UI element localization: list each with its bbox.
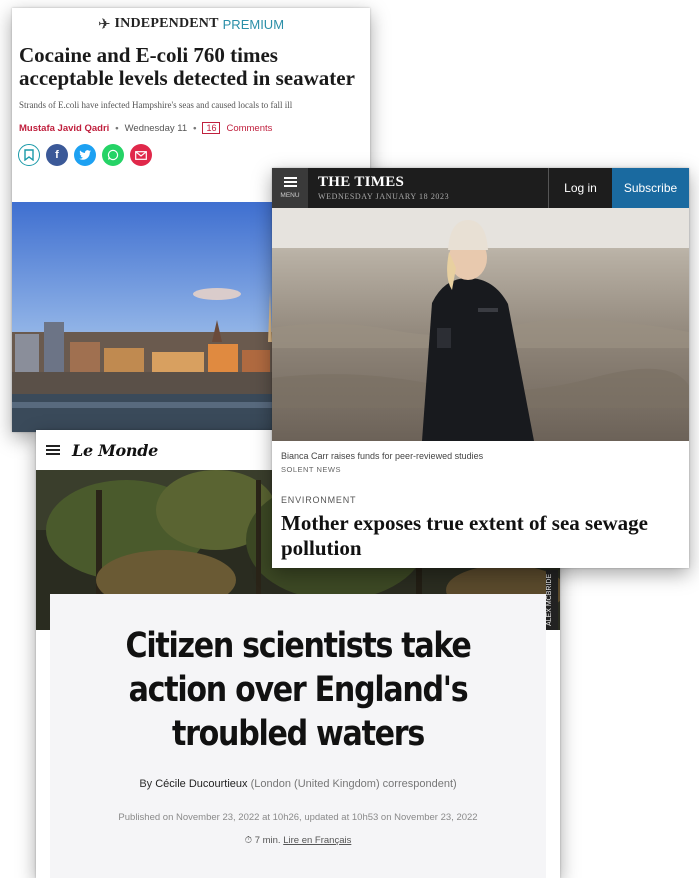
photo-caption: Bianca Carr raises funds for peer-review… bbox=[281, 451, 484, 461]
comment-count-badge[interactable]: 16 bbox=[202, 122, 221, 134]
lemonde-title-panel: Citizen scientists take action over Engl… bbox=[50, 594, 546, 878]
clock-icon: ⏱ bbox=[244, 835, 253, 846]
lemonde-author-link[interactable]: Cécile Ducourtieux bbox=[155, 778, 247, 790]
times-article-card: MENU THE TIMES WEDNESDAY JANUARY 18 2023… bbox=[272, 168, 689, 568]
bookmark-icon[interactable] bbox=[18, 144, 40, 166]
times-headline: Mother exposes true extent of sea sewage… bbox=[281, 511, 649, 560]
lemonde-logo[interactable]: Le Monde bbox=[72, 441, 158, 460]
whatsapp-icon[interactable] bbox=[102, 144, 124, 166]
by-label: By bbox=[139, 778, 153, 790]
times-menu-button[interactable]: MENU bbox=[272, 168, 308, 208]
twitter-icon[interactable] bbox=[74, 144, 96, 166]
independent-author-link[interactable]: Mustafa Javid Qadri bbox=[19, 123, 109, 134]
subscribe-button[interactable]: Subscribe bbox=[612, 168, 689, 208]
independent-premium-label: PREMIUM bbox=[222, 16, 285, 32]
woman-by-sea-photo bbox=[272, 208, 689, 441]
independent-date: Wednesday 11 bbox=[124, 122, 188, 134]
independent-brand: INDEPENDENT bbox=[114, 16, 219, 31]
read-in-french-link[interactable]: Lire en Français bbox=[283, 835, 351, 846]
read-meta: ⏱ 7 min. Lire en Français bbox=[50, 835, 546, 846]
lemonde-byline: By Cécile Ducourtieux (London (United Ki… bbox=[50, 778, 546, 790]
email-icon[interactable] bbox=[130, 144, 152, 166]
times-topbar: MENU THE TIMES WEDNESDAY JANUARY 18 2023… bbox=[272, 168, 689, 208]
facebook-icon[interactable]: f bbox=[46, 144, 68, 166]
separator-dot: • bbox=[115, 122, 119, 134]
times-logo[interactable]: THE TIMES WEDNESDAY JANUARY 18 2023 bbox=[308, 168, 548, 208]
separator-dot: • bbox=[193, 122, 197, 134]
menu-label: MENU bbox=[280, 192, 300, 199]
login-button[interactable]: Log in bbox=[548, 168, 612, 208]
section-label[interactable]: ENVIRONMENT bbox=[281, 495, 356, 505]
photo-source: SOLENT NEWS bbox=[281, 465, 341, 474]
read-time: 7 min. bbox=[254, 835, 281, 846]
independent-byline: Mustafa Javid Qadri • Wednesday 11 • 16 … bbox=[12, 110, 370, 134]
lemonde-headline: Citizen scientists take action over Engl… bbox=[125, 626, 472, 754]
hamburger-menu-icon[interactable] bbox=[46, 445, 60, 455]
collage: ✈ INDEPENDENT PREMIUM Cocaine and E-coli… bbox=[0, 0, 699, 878]
hamburger-menu-icon bbox=[283, 177, 297, 187]
publish-date: Published on November 23, 2022 at 10h26,… bbox=[118, 812, 478, 823]
lemonde-author-role: (London (United Kingdom) correspondent) bbox=[250, 778, 457, 790]
independent-headline: Cocaine and E-coli 760 times acceptable … bbox=[19, 43, 355, 90]
independent-standfirst: Strands of E.coli have infected Hampshir… bbox=[19, 100, 293, 110]
share-bar: f bbox=[12, 134, 370, 166]
comments-link[interactable]: Comments bbox=[226, 123, 272, 134]
times-logo-text: THE TIMES bbox=[318, 174, 405, 190]
times-date: WEDNESDAY JANUARY 18 2023 bbox=[318, 192, 450, 201]
eagle-logo-icon: ✈ bbox=[97, 16, 111, 33]
photo-credit: ALEX MCBRIDE bbox=[546, 570, 558, 630]
independent-masthead[interactable]: ✈ INDEPENDENT PREMIUM bbox=[12, 8, 370, 40]
